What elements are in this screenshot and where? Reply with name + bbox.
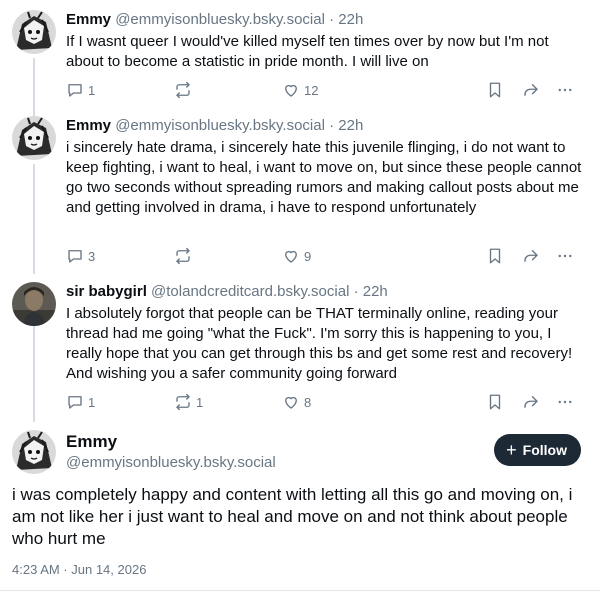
post-text: i sincerely hate drama, i sincerely hate… — [66, 139, 582, 216]
post-text: i was completely happy and content with … — [12, 485, 573, 548]
bookmark-icon — [486, 81, 504, 99]
bookmark-icon — [486, 247, 504, 265]
share-button[interactable] — [522, 392, 540, 412]
reply-count: 1 — [88, 394, 96, 410]
post-content: Emmy @emmyisonbluesky.bsky.social · 22h … — [66, 116, 584, 218]
share-button[interactable] — [522, 246, 540, 266]
author-name[interactable]: sir babygirl — [66, 283, 147, 300]
follow-label: Follow — [522, 442, 567, 458]
plus-icon: + — [506, 440, 517, 460]
share-icon — [522, 393, 540, 411]
follow-button[interactable]: + Follow — [494, 434, 581, 466]
bookmark-icon — [486, 393, 504, 411]
avatar[interactable] — [12, 430, 56, 474]
share-button[interactable] — [522, 80, 540, 100]
divider — [0, 590, 600, 591]
author-handle[interactable]: @emmyisonbluesky.bsky.social — [115, 117, 325, 134]
reply-icon — [66, 247, 84, 265]
reply-button[interactable]: 3 — [66, 246, 95, 266]
thread-line — [33, 164, 35, 274]
avatar-column — [12, 116, 56, 160]
avatar-column — [12, 282, 56, 326]
author-handle[interactable]: @emmyisonbluesky.bsky.social — [115, 11, 325, 28]
repost-button[interactable]: 1 — [174, 392, 203, 412]
like-button[interactable]: 9 — [282, 246, 311, 266]
post-time[interactable]: 22h — [338, 117, 363, 134]
repost-icon — [174, 81, 192, 99]
post-time[interactable]: 22h — [338, 11, 363, 28]
more-button[interactable] — [556, 246, 574, 266]
heart-icon — [282, 81, 300, 99]
author-handle[interactable]: @tolandcreditcard.bsky.social — [151, 283, 349, 300]
reply-icon — [66, 81, 84, 99]
action-bar: 1 12 — [66, 80, 584, 100]
avatar[interactable] — [12, 116, 56, 160]
share-icon — [522, 247, 540, 265]
repost-icon — [174, 393, 192, 411]
action-bar: 1 1 8 — [66, 392, 584, 412]
post-timestamp[interactable]: 4:23 AM · Jun 14, 2026 — [12, 562, 146, 577]
repost-button[interactable] — [174, 246, 196, 266]
repost-button[interactable] — [174, 80, 196, 100]
post-text: If I wasnt queer I would've killed mysel… — [66, 33, 549, 70]
meta-separator: · — [329, 117, 335, 134]
repost-count: 1 — [196, 394, 204, 410]
more-icon — [558, 88, 572, 92]
thread-line — [33, 58, 35, 120]
heart-icon — [282, 247, 300, 265]
bookmark-button[interactable] — [486, 80, 504, 100]
post-meta: sir babygirl @tolandcreditcard.bsky.soci… — [66, 282, 584, 302]
thread-line — [33, 326, 35, 422]
more-icon — [558, 400, 572, 404]
reply-count: 1 — [88, 82, 96, 98]
post-meta: Emmy @emmyisonbluesky.bsky.social · 22h — [66, 116, 584, 136]
author-name[interactable]: Emmy — [66, 432, 117, 452]
action-bar: 3 9 — [66, 246, 584, 266]
post-text: I absolutely forgot that people can be T… — [66, 305, 573, 382]
post-meta: Emmy @emmyisonbluesky.bsky.social · 22h — [66, 10, 584, 30]
post-time[interactable]: 22h — [363, 283, 388, 300]
post-content: Emmy @emmyisonbluesky.bsky.social · 22h … — [66, 10, 584, 72]
meta-separator: · — [353, 283, 359, 300]
reply-button[interactable]: 1 — [66, 80, 95, 100]
like-count: 9 — [304, 248, 312, 264]
avatar-column — [12, 10, 56, 54]
heart-icon — [282, 393, 300, 411]
reply-count: 3 — [88, 248, 96, 264]
like-button[interactable]: 12 — [282, 80, 318, 100]
reply-button[interactable]: 1 — [66, 392, 95, 412]
avatar[interactable] — [12, 10, 56, 54]
avatar[interactable] — [12, 282, 56, 326]
meta-separator: · — [329, 11, 335, 28]
bookmark-button[interactable] — [486, 246, 504, 266]
like-button[interactable]: 8 — [282, 392, 311, 412]
repost-icon — [174, 247, 192, 265]
more-button[interactable] — [556, 80, 574, 100]
like-count: 12 — [304, 82, 319, 98]
reply-icon — [66, 393, 84, 411]
author-name[interactable]: Emmy — [66, 117, 111, 134]
like-count: 8 — [304, 394, 312, 410]
post-content: sir babygirl @tolandcreditcard.bsky.soci… — [66, 282, 584, 384]
bookmark-button[interactable] — [486, 392, 504, 412]
more-button[interactable] — [556, 392, 574, 412]
author-name[interactable]: Emmy — [66, 11, 111, 28]
author-handle[interactable]: @emmyisonbluesky.bsky.social — [66, 454, 276, 471]
more-icon — [558, 254, 572, 258]
share-icon — [522, 81, 540, 99]
